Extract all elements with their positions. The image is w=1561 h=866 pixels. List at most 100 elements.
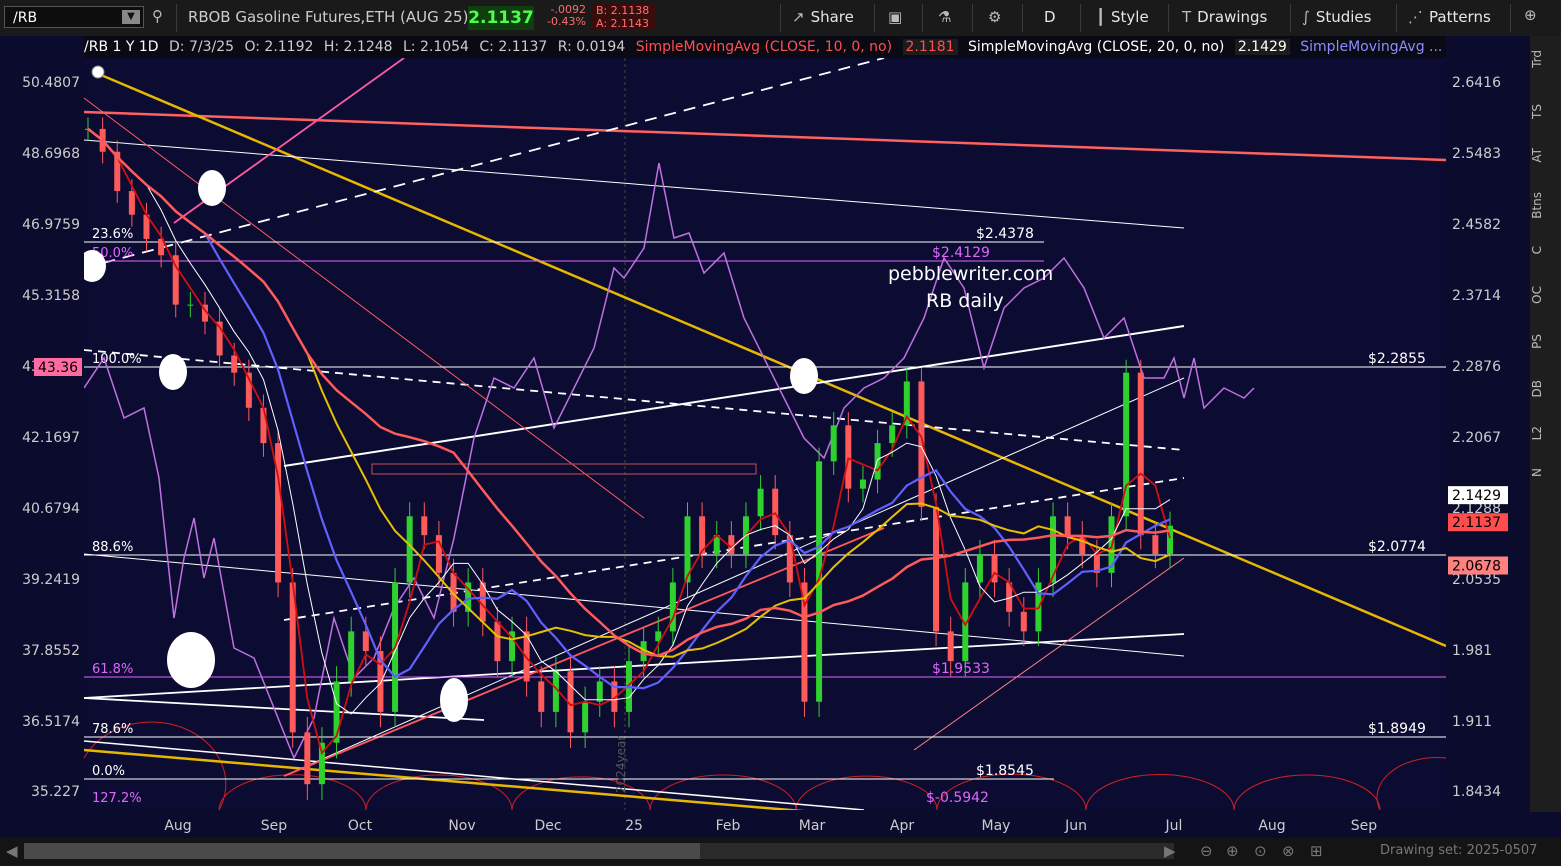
- oscillator-tick-label: 45.3158: [22, 288, 80, 304]
- chevron-down-icon[interactable]: ▼: [122, 10, 140, 24]
- cycle-arc: [1085, 774, 1235, 811]
- red-rising-line: [283, 527, 885, 777]
- candle-body: [128, 191, 135, 215]
- cycle-marker-ellipse: [790, 358, 818, 394]
- studies-button[interactable]: ∫ Studies: [1302, 8, 1371, 26]
- right-tab-c[interactable]: C: [1530, 246, 1561, 254]
- candle-body: [976, 554, 983, 583]
- period-button[interactable]: D: [1044, 8, 1056, 26]
- fib-price-label: $1.8949: [1368, 721, 1426, 737]
- chart-svg: 23.6% $2.437850.0% $2.4129100.0% $2.285588.…: [78, 57, 1447, 820]
- scroll-right-icon[interactable]: ▶: [1164, 842, 1176, 860]
- red-trendline: [83, 110, 1447, 162]
- resistance-box: [371, 463, 757, 475]
- upper-channel-line: [283, 325, 1185, 467]
- chart-title: pebblewriter.com: [888, 263, 1053, 285]
- candle-body: [260, 407, 267, 444]
- fib-label: 88.6%: [92, 540, 133, 555]
- year-marker: 2024year: [614, 736, 628, 793]
- candle-body: [318, 742, 325, 785]
- patterns-icon: ⋰: [1408, 8, 1423, 26]
- settings-button[interactable]: ⚙: [988, 8, 1007, 26]
- right-tab-at[interactable]: AT: [1530, 148, 1561, 163]
- price-tick-label: 2.2067: [1452, 430, 1501, 446]
- candle-body: [1064, 516, 1071, 536]
- bid-ask-box: B: 2.1138 A: 2.1143: [592, 4, 656, 30]
- style-button[interactable]: ┃ Style: [1096, 8, 1149, 26]
- chart-info-bar: /RB 1 Y 1D D: 7/3/25 O: 2.1192 H: 2.1248…: [84, 36, 1446, 58]
- drawings-button[interactable]: T Drawings: [1182, 8, 1267, 26]
- scroll-thumb[interactable]: [24, 843, 700, 859]
- sma-more-label[interactable]: SimpleMovingAvg ...: [1300, 39, 1442, 55]
- horizontal-scrollbar[interactable]: ◀ ▶ ⊖ ⊕ ⊙ ⊗ ⊞ Drawing set: 2025-0507: [0, 838, 1561, 866]
- right-tab-ps[interactable]: PS: [1530, 334, 1561, 349]
- x-tick-label: Jun: [1064, 818, 1087, 834]
- cycle-marker-ellipse: [167, 632, 215, 688]
- studies-icon: ∫: [1302, 8, 1310, 26]
- price-tick-label: 2.5483: [1452, 146, 1501, 162]
- oscillator-tick-label: 35.227: [31, 784, 80, 800]
- zoom-fit-icon[interactable]: ⊗: [1282, 842, 1295, 860]
- right-tab-btns[interactable]: Btns: [1530, 192, 1561, 219]
- x-tick-label: Oct: [348, 818, 373, 834]
- zoom-in-icon[interactable]: ⊕: [1226, 842, 1239, 860]
- divider: [1290, 4, 1291, 32]
- right-tab-ts[interactable]: TS: [1530, 104, 1561, 119]
- right-tab-trd[interactable]: Trd: [1530, 50, 1561, 68]
- share-icon: ↗: [792, 8, 805, 26]
- base-line-2: [83, 740, 865, 811]
- candle-body: [757, 488, 764, 517]
- candle-body: [889, 425, 896, 444]
- right-tab-n[interactable]: N: [1530, 468, 1561, 477]
- cycle-arc: [218, 774, 367, 811]
- zoom-area-icon[interactable]: ⊞: [1310, 842, 1323, 860]
- x-tick-label: 25: [625, 818, 643, 834]
- toolbar: /RB ▼ ⚲ RBOB Gasoline Futures,ETH (AUG 2…: [0, 0, 1561, 37]
- oscillator-tick-label: 48.6968: [22, 146, 80, 162]
- sma20-label[interactable]: SimpleMovingAvg (CLOSE, 20, 0, no): [968, 39, 1224, 55]
- candle-body: [845, 425, 852, 489]
- zoom-out-icon[interactable]: ⊖: [1200, 842, 1213, 860]
- right-tab-oc[interactable]: OC: [1530, 286, 1561, 304]
- price-tick-label: 2.2876: [1452, 359, 1501, 375]
- oscillator-line: [83, 162, 1255, 760]
- zoom-search-icon[interactable]: ⊕: [1524, 6, 1537, 24]
- scroll-left-icon[interactable]: ◀: [6, 842, 18, 860]
- drawing-icon: T: [1182, 8, 1192, 26]
- right-tab-l2[interactable]: L2: [1530, 426, 1561, 440]
- cycle-marker-ellipse: [440, 678, 468, 722]
- candle-body: [669, 582, 676, 632]
- patterns-label: Patterns: [1429, 8, 1491, 26]
- x-tick-label: Sep: [1351, 818, 1378, 834]
- fib-price-label: $1.8545: [976, 763, 1034, 779]
- link-icon[interactable]: ⚲: [152, 7, 163, 25]
- info-high: H: 2.1248: [323, 39, 393, 55]
- fib-label: 78.6%: [92, 722, 133, 737]
- cycle-arc: [1376, 757, 1447, 811]
- candle-body: [231, 355, 238, 373]
- right-axis-svg: 2.64162.54832.45822.37142.28762.20672.12…: [1448, 75, 1508, 800]
- symbol-description: RBOB Gasoline Futures,ETH (AUG 25): [188, 8, 469, 26]
- zoom-reset-icon[interactable]: ⊙: [1254, 842, 1267, 860]
- patterns-button[interactable]: ⋰ Patterns: [1408, 8, 1491, 26]
- symbol-selector[interactable]: /RB ▼: [4, 6, 144, 28]
- candle-body: [1020, 611, 1027, 632]
- share-button[interactable]: ↗ Share: [792, 8, 854, 26]
- oscillator-tick-label: 36.5174: [22, 714, 80, 730]
- left-axis-svg: 50.480748.696846.975945.315843.714542.16…: [22, 75, 82, 800]
- info-range: R: 0.0194: [557, 39, 626, 55]
- gold-trendline: [93, 70, 1447, 648]
- chart-plot-area[interactable]: 23.6% $2.4378 50.0% $2.4129 100.0% $2.2855 88.…: [78, 57, 1447, 820]
- fib-label: 0.0%: [92, 764, 125, 779]
- flask-button[interactable]: ⚗: [938, 8, 957, 26]
- snapshot-button[interactable]: ▣: [888, 8, 908, 26]
- divider: [1022, 4, 1023, 32]
- right-price-axis: 2.6416 2.5483 2.4582 2.3714 2.2876 2.2067 2.12…: [1446, 36, 1530, 812]
- oscillator-tick-label: 40.6794: [22, 501, 80, 517]
- sma10-label[interactable]: SimpleMovingAvg (CLOSE, 10, 0, no): [636, 39, 892, 55]
- right-tab-db[interactable]: DB: [1530, 380, 1561, 397]
- share-label: Share: [810, 8, 854, 26]
- candle-body: [494, 621, 501, 662]
- fib-price-label: $2.2855: [1368, 351, 1426, 367]
- chart-header: /RB 1 Y 1D: [84, 39, 159, 55]
